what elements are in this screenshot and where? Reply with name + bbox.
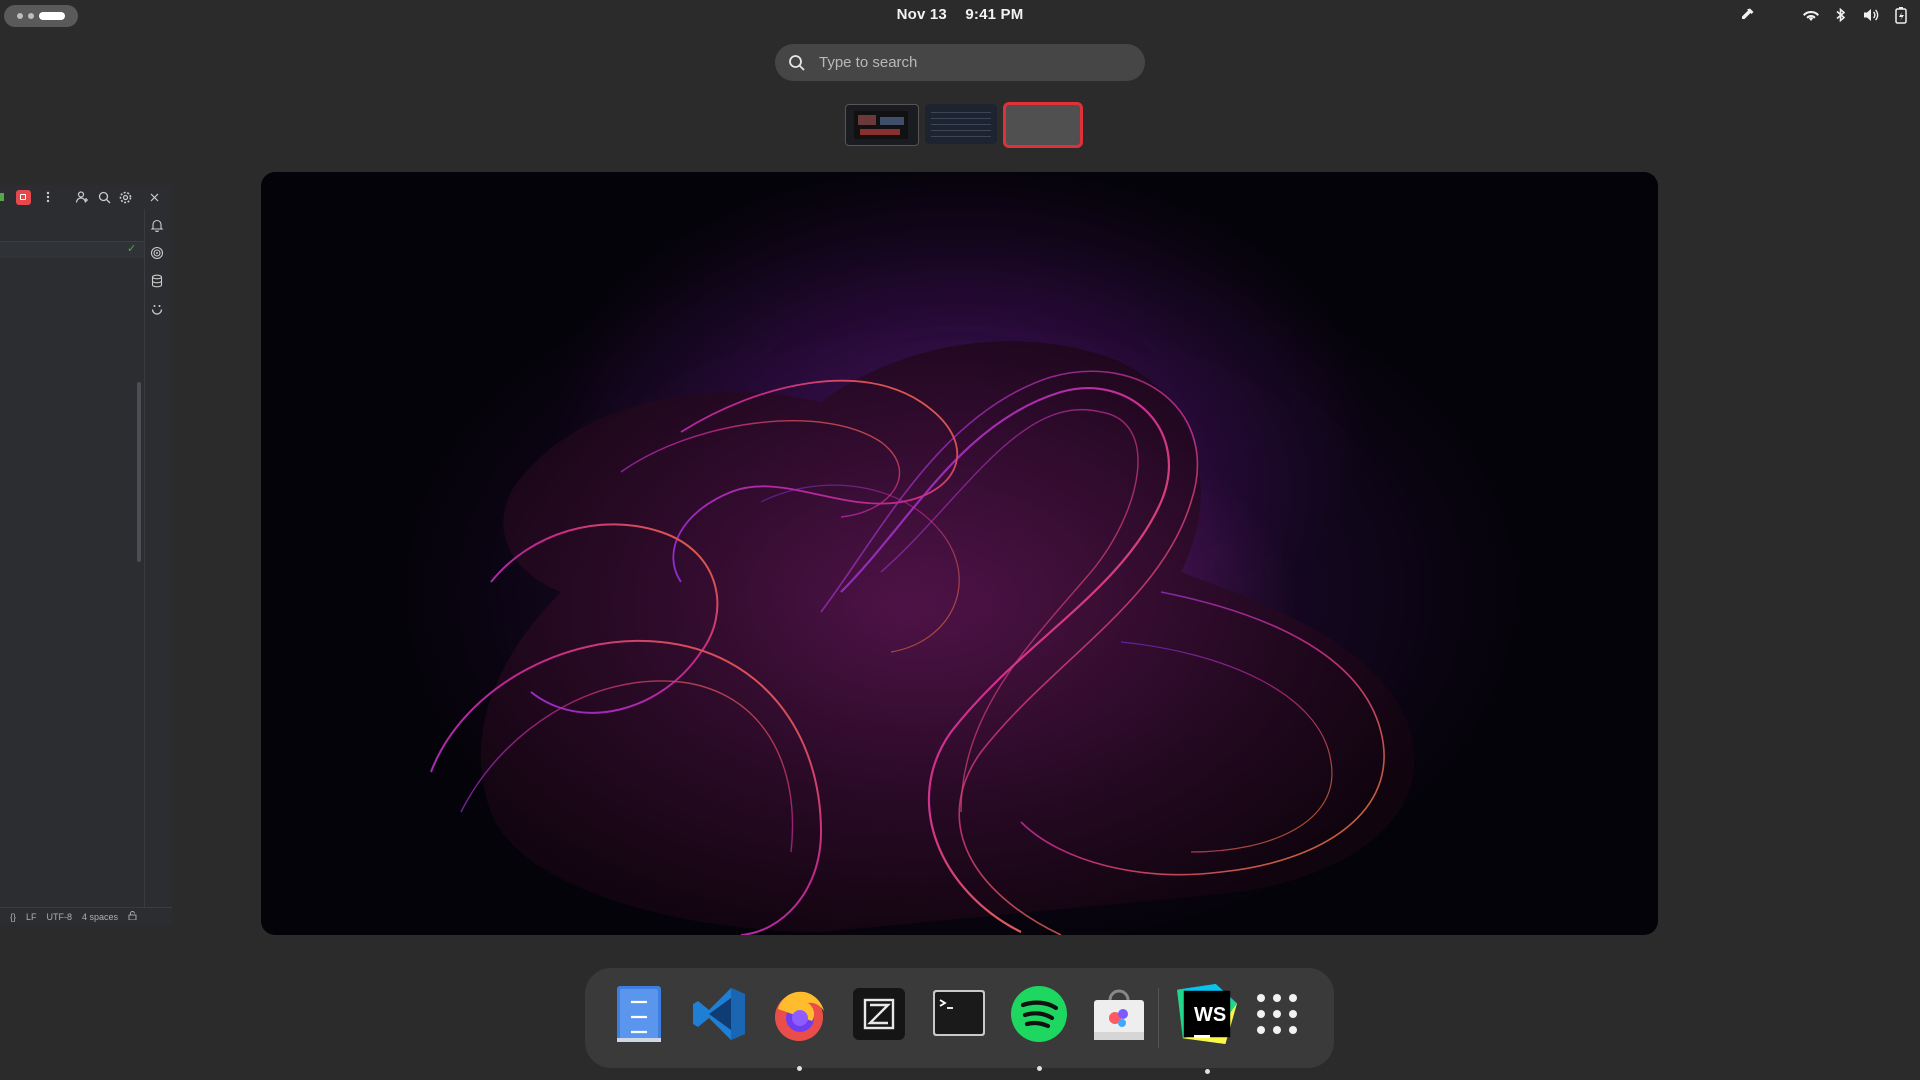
more-vertical-icon[interactable] — [40, 189, 56, 205]
search-icon — [789, 54, 805, 71]
run-indicator — [0, 193, 4, 201]
bell-icon[interactable] — [150, 218, 166, 234]
software-store-icon[interactable] — [1089, 984, 1149, 1044]
webstorm-label: WS — [1194, 1004, 1227, 1026]
terminal-icon[interactable] — [929, 984, 989, 1044]
database-icon[interactable] — [150, 274, 166, 290]
search-bar[interactable] — [775, 44, 1145, 81]
workspace-thumbnail-2[interactable] — [925, 104, 997, 144]
files-icon[interactable] — [609, 984, 669, 1044]
search-input[interactable] — [817, 53, 1121, 72]
battery-icon[interactable] — [1892, 6, 1910, 24]
check-icon: ✓ — [127, 243, 137, 255]
clock[interactable]: Nov 13 9:41 PM — [0, 6, 1920, 23]
running-indicator — [1205, 1069, 1210, 1074]
ide-tool-panel — [0, 217, 144, 907]
webstorm-underline — [1194, 1035, 1210, 1038]
spotify-icon[interactable] — [1009, 984, 1069, 1071]
search-icon[interactable] — [96, 189, 112, 205]
system-tray[interactable] — [1738, 6, 1910, 24]
running-indicator — [1037, 1066, 1042, 1071]
bluetooth-icon[interactable] — [1832, 6, 1850, 24]
webstorm-icon[interactable]: WS — [1177, 984, 1237, 1074]
add-user-icon[interactable] — [74, 189, 90, 205]
firefox-icon[interactable] — [769, 984, 829, 1071]
close-icon[interactable] — [146, 189, 162, 205]
ide-window-preview[interactable]: ✓ {} LF UTF-8 4 spaces — [0, 185, 172, 925]
settings-icon[interactable] — [117, 189, 133, 205]
thumbnail-window — [860, 129, 900, 135]
status-indent[interactable]: 4 spaces — [82, 912, 118, 922]
lock-icon[interactable] — [128, 911, 137, 922]
ide-toolbar — [0, 185, 172, 209]
status-braces[interactable]: {} — [10, 912, 16, 922]
workspace-thumbnail-3-active[interactable] — [1003, 102, 1083, 148]
thumbnail-window — [880, 117, 904, 125]
ide-status-bar: {} LF UTF-8 4 spaces — [0, 907, 172, 925]
dock: WS — [585, 968, 1334, 1074]
wallpaper-bloom — [430, 341, 1415, 935]
top-bar: Nov 13 9:41 PM — [0, 0, 1920, 32]
status-encoding[interactable]: UTF-8 — [47, 912, 73, 922]
clock-time: 9:41 PM — [965, 6, 1024, 23]
thumbnail-window — [858, 115, 876, 125]
workspace-switcher — [845, 102, 1083, 148]
list-item[interactable] — [0, 242, 144, 258]
running-indicator — [797, 1066, 802, 1071]
vscode-icon[interactable] — [689, 984, 749, 1044]
status-line-ending[interactable]: LF — [26, 912, 37, 922]
workspace-thumbnail-1[interactable] — [845, 104, 919, 146]
smile-icon[interactable] — [150, 302, 166, 318]
app-grid-icon[interactable] — [1247, 984, 1307, 1044]
volume-icon[interactable] — [1862, 6, 1880, 24]
thumbnail-lines — [931, 112, 991, 113]
desktop-workspace-preview[interactable] — [261, 172, 1658, 935]
scrollbar[interactable] — [137, 382, 141, 562]
zed-icon[interactable] — [849, 984, 909, 1044]
stop-icon[interactable] — [16, 190, 31, 205]
color-picker-icon[interactable] — [1738, 6, 1756, 24]
wifi-icon[interactable] — [1802, 6, 1820, 24]
spiral-icon[interactable] — [150, 246, 166, 262]
dock-separator — [1158, 988, 1159, 1048]
clock-date: Nov 13 — [896, 6, 947, 23]
